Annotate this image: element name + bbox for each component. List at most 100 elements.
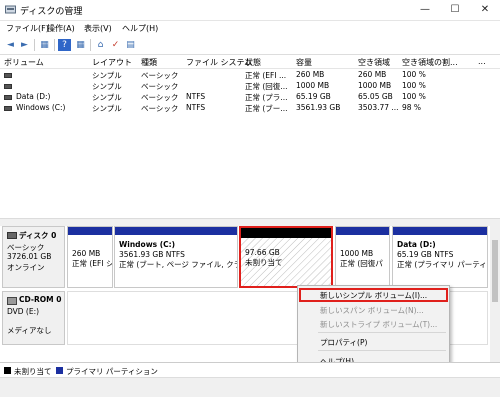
menu-action[interactable]: 操作(A) (47, 23, 75, 34)
disk-0-state: オンライン (7, 263, 45, 272)
cell-percent-free: 100 % (402, 70, 426, 79)
legend-unallocated: 未割り当て (14, 367, 52, 376)
toolbar-divider (34, 39, 35, 51)
partition-windows[interactable]: Windows (C:) 3561.93 GB NTFS 正常 (ブート, ペー… (114, 226, 238, 288)
legend-primary: プライマリ パーティション (66, 367, 158, 376)
partition-efi[interactable]: 260 MB 正常 (EFI シ (67, 226, 113, 288)
partition-bar (393, 227, 487, 235)
cell-layout: シンプル (92, 104, 122, 113)
context-menu: 新しいシンプル ボリューム(I)... 新しいスパン ボリューム(N)... 新… (297, 285, 450, 371)
column-free-space[interactable]: 空き領域 (358, 57, 390, 68)
properties-icon[interactable]: ▦ (74, 39, 87, 51)
disk-management-icon (5, 4, 16, 15)
partition-data[interactable]: Data (D:) 65.19 GB NTFS 正常 (プライマリ パーティショ (392, 226, 488, 288)
menu-divider (318, 350, 446, 351)
cell-free-space: 3503.77 ... (358, 103, 399, 112)
cell-percent-free: 100 % (402, 92, 426, 101)
partition-title: Data (D:) (397, 240, 436, 249)
partition-line1: 1000 MB (340, 249, 374, 258)
volume-icon (4, 95, 12, 100)
partition-unallocated[interactable]: 97.66 GB 未割り当て (239, 226, 333, 288)
cell-layout: シンプル (92, 93, 122, 102)
menu-help[interactable]: ヘルプ(H) (122, 23, 158, 34)
scrollbar-thumb[interactable] (492, 240, 498, 302)
menu-item-new-spanned-volume[interactable]: 新しいスパン ボリューム(N)... (320, 305, 424, 316)
status-bar (0, 377, 500, 397)
partition-bar (68, 227, 112, 235)
cell-type: ベーシック (141, 104, 179, 113)
show-hide-tree-icon[interactable]: ▦ (38, 39, 51, 51)
cell-status: 正常 (回復... (245, 82, 288, 91)
column-more[interactable]: ... (478, 57, 486, 66)
cell-percent-free: 100 % (402, 81, 426, 90)
cell-capacity: 65.19 GB (296, 92, 331, 101)
cell-status: 正常 (EFI ... (245, 71, 287, 80)
window-title: ディスクの管理 (20, 7, 83, 17)
menu-item-new-striped-volume[interactable]: 新しいストライプ ボリューム(T)... (320, 319, 437, 330)
cell-capacity: 3561.93 GB (296, 103, 341, 112)
cell-capacity: 260 MB (296, 70, 325, 79)
partition-line2: 未割り当て (245, 258, 283, 267)
cell-status: 正常 (プラ... (245, 93, 288, 102)
check-icon[interactable]: ✓ (109, 39, 122, 51)
menu-item-properties[interactable]: プロパティ(P) (320, 337, 367, 348)
menu-divider (318, 332, 446, 333)
disk-0-name: ディスク 0 (19, 231, 57, 240)
partition-line1: 260 MB (72, 249, 101, 258)
cell-filesystem: NTFS (186, 92, 206, 101)
table-row[interactable]: Windows (C:) シンプル ベーシック NTFS 正常 (ブー... 3… (0, 103, 500, 114)
cell-filesystem: NTFS (186, 103, 206, 112)
back-icon[interactable]: ◄ (4, 39, 17, 51)
volume-icon (4, 106, 12, 111)
cell-volume: Data (D:) (16, 92, 51, 101)
column-capacity[interactable]: 容量 (296, 57, 312, 68)
disk-0-size: 3726.01 GB (7, 252, 52, 261)
column-percent-free[interactable]: 空き領域の割... (402, 57, 458, 68)
column-filesystem[interactable]: ファイル システム (186, 57, 252, 68)
cell-capacity: 1000 MB (296, 81, 330, 90)
menu-item-new-simple-volume[interactable]: 新しいシンプル ボリューム(I)... (320, 290, 427, 301)
column-volume[interactable]: ボリューム (4, 57, 44, 68)
partition-recovery[interactable]: 1000 MB 正常 (回復パ (335, 226, 390, 288)
partition-line2: 正常 (回復パ (340, 259, 383, 268)
column-status[interactable]: 状態 (245, 57, 261, 68)
cell-type: ベーシック (141, 71, 179, 80)
column-layout[interactable]: レイアウト (92, 57, 132, 68)
disk-0-label[interactable]: ディスク 0 ベーシック 3726.01 GB オンライン (2, 226, 65, 288)
title-bar: ディスクの管理 — ☐ ✕ (0, 0, 500, 21)
menu-view[interactable]: 表示(V) (84, 23, 112, 34)
table-row[interactable]: Data (D:) シンプル ベーシック NTFS 正常 (プラ... 65.1… (0, 92, 500, 103)
partition-line1: 65.19 GB NTFS (397, 250, 454, 259)
partition-line1: 3561.93 GB NTFS (119, 250, 185, 259)
maximize-button[interactable]: ☐ (440, 0, 470, 20)
partition-line1: 97.66 GB (245, 248, 280, 257)
cell-type: ベーシック (141, 93, 179, 102)
partition-bar (115, 227, 237, 235)
volume-icon (4, 73, 12, 78)
partition-line2: 正常 (ブート, ページ ファイル, クラッシュ (119, 260, 237, 269)
cell-type: ベーシック (141, 82, 179, 91)
cell-free-space: 65.05 GB (358, 92, 393, 101)
menu-file[interactable]: ファイル(F) (6, 23, 49, 34)
cell-volume: Windows (C:) (16, 103, 66, 112)
cell-layout: シンプル (92, 82, 122, 91)
cell-status: 正常 (ブー... (245, 104, 288, 113)
close-button[interactable]: ✕ (470, 0, 500, 20)
cdrom-icon (7, 297, 17, 305)
list-view-icon[interactable]: ▤ (124, 39, 137, 51)
unallocated-bar (241, 228, 331, 238)
table-row[interactable]: シンプル ベーシック 正常 (EFI ... 260 MB 260 MB 100… (0, 70, 500, 81)
volume-list-header: ボリューム レイアウト 種類 ファイル システム 状態 容量 空き領域 空き領域… (0, 55, 500, 69)
table-row[interactable]: シンプル ベーシック 正常 (回復... 1000 MB 1000 MB 100… (0, 81, 500, 92)
partition-line2: 正常 (プライマリ パーティショ (397, 260, 487, 269)
connect-icon[interactable]: ⌂ (94, 39, 107, 51)
partition-line2: 正常 (EFI シ (72, 259, 112, 268)
primary-swatch (56, 367, 63, 374)
column-type[interactable]: 種類 (141, 57, 157, 68)
help-icon[interactable]: ? (58, 39, 71, 51)
cell-percent-free: 98 % (402, 103, 422, 112)
cdrom-0-label[interactable]: CD-ROM 0 DVD (E:) メディアなし (2, 291, 65, 345)
forward-icon[interactable]: ► (18, 39, 31, 51)
cdrom-0-drive: DVD (E:) (7, 307, 40, 316)
minimize-button[interactable]: — (410, 0, 440, 20)
